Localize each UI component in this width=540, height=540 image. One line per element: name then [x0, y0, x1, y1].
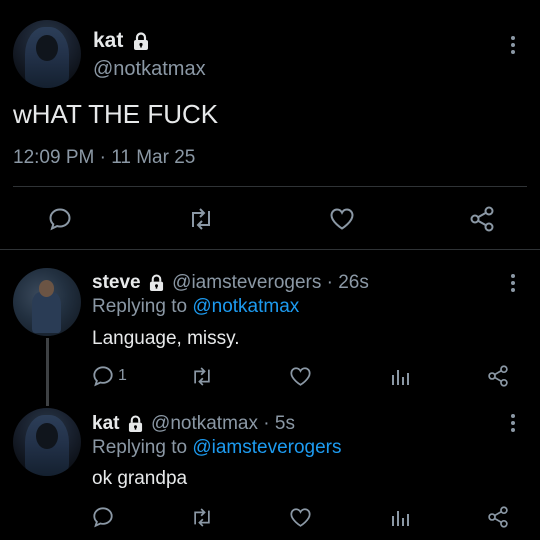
display-name[interactable]: kat	[93, 29, 123, 52]
share-icon[interactable]	[487, 365, 509, 387]
replying-to-label: Replying to	[92, 437, 188, 458]
avatar-face	[36, 34, 58, 61]
replying-to-link[interactable]: @iamsteverogers	[192, 437, 341, 458]
author-line: kat	[93, 28, 149, 54]
tweet-text: Language, missy.	[92, 328, 240, 349]
tweet-text: ok grandpa	[92, 468, 188, 489]
tweet-text: wHAT THE FUCK	[13, 99, 219, 129]
avatar[interactable]	[13, 268, 81, 336]
avatar-head	[38, 280, 54, 297]
share-icon[interactable]	[469, 206, 495, 232]
reply-icon[interactable]	[48, 207, 72, 231]
author-line: kat @notkatmax · 5s	[92, 412, 295, 436]
like-icon[interactable]	[329, 207, 355, 231]
retweet-icon[interactable]	[190, 366, 214, 387]
divider	[0, 249, 540, 250]
handle[interactable]: @notkatmax	[93, 58, 206, 81]
more-options-icon[interactable]	[508, 34, 518, 56]
handle[interactable]: @iamsteverogers	[172, 272, 321, 293]
thread-line	[46, 338, 49, 406]
avatar-body	[32, 291, 61, 333]
lock-icon	[133, 32, 149, 51]
replying-to-line: Replying to @notkatmax	[92, 296, 299, 318]
reply-icon	[92, 365, 114, 387]
replying-to-link[interactable]: @notkatmax	[192, 296, 299, 317]
avatar[interactable]	[13, 408, 81, 476]
divider	[13, 186, 527, 187]
more-options-icon[interactable]	[508, 273, 518, 293]
lock-icon	[149, 274, 164, 292]
lock-icon	[128, 415, 143, 433]
author-line: steve @iamsteverogers · 26s	[92, 271, 369, 295]
avatar[interactable]	[13, 20, 81, 88]
like-icon[interactable]	[289, 366, 312, 387]
relative-time: · 5s	[263, 413, 295, 434]
reply-count: 1	[118, 367, 127, 384]
share-icon[interactable]	[487, 506, 509, 528]
retweet-icon[interactable]	[187, 207, 215, 231]
analytics-icon[interactable]	[390, 508, 410, 528]
timestamp[interactable]: 12:09 PM · 11 Mar 25	[13, 147, 195, 169]
more-options-icon[interactable]	[508, 413, 518, 433]
relative-time: · 26s	[326, 272, 369, 293]
display-name[interactable]: steve	[92, 272, 141, 293]
retweet-icon[interactable]	[190, 507, 214, 528]
replying-to-line: Replying to @iamsteverogers	[92, 437, 342, 459]
analytics-icon[interactable]	[390, 367, 410, 387]
avatar-face	[36, 422, 58, 449]
reply-icon[interactable]	[92, 506, 114, 528]
display-name[interactable]: kat	[92, 413, 119, 434]
handle[interactable]: @notkatmax	[151, 413, 258, 434]
like-icon[interactable]	[289, 507, 312, 528]
replying-to-label: Replying to	[92, 296, 188, 317]
